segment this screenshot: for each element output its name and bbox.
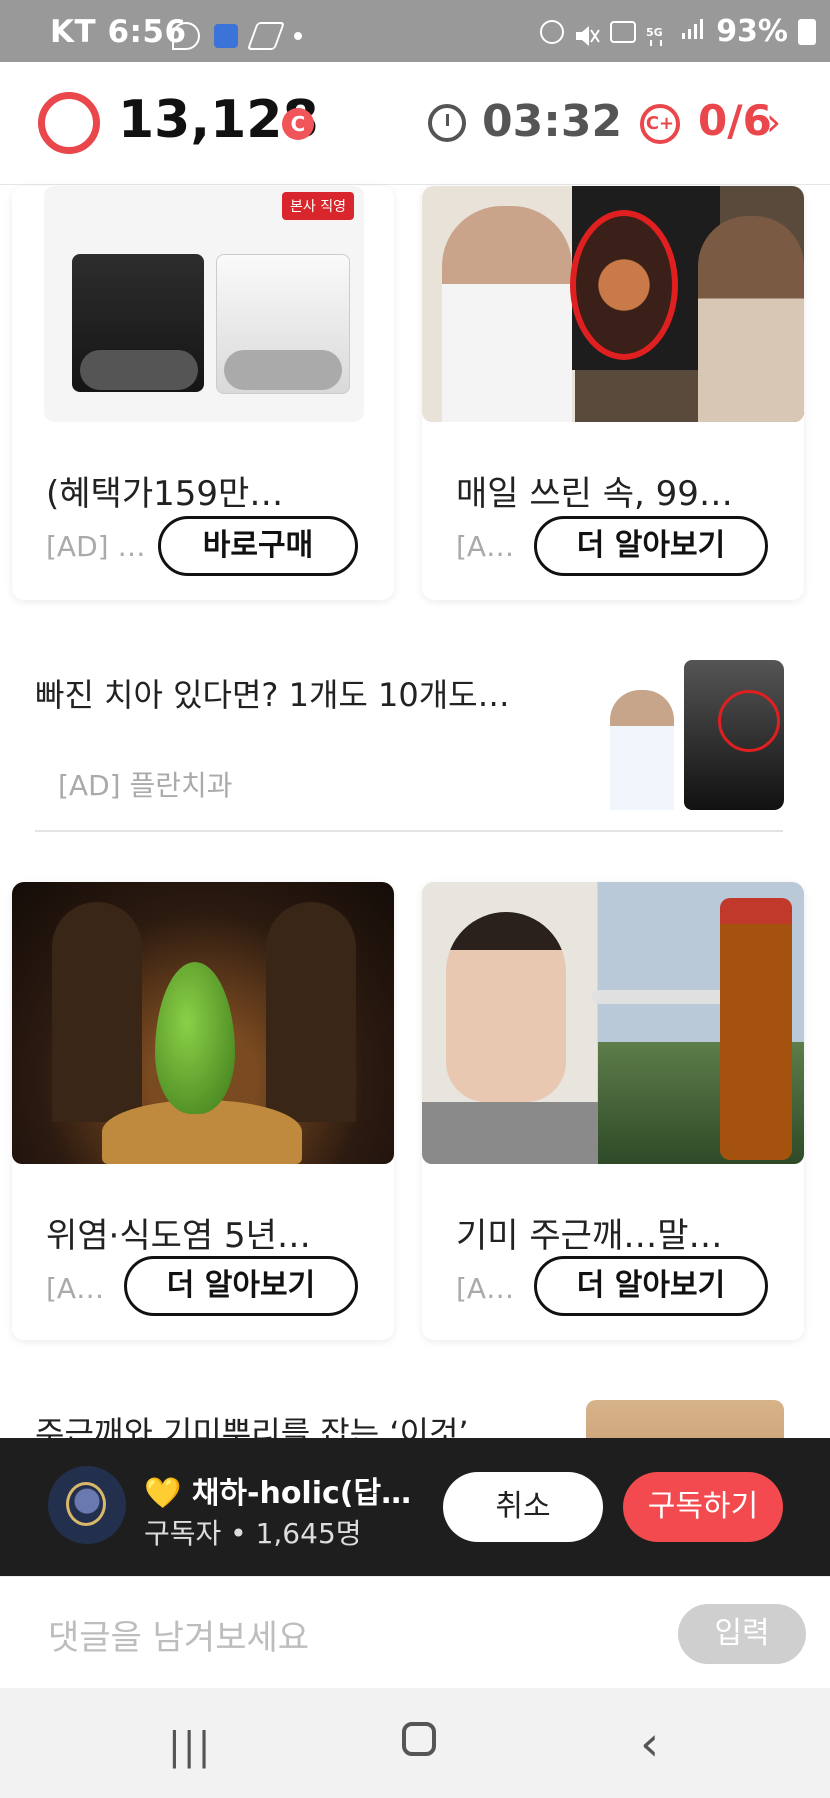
ad-card-freckles[interactable]: 기미 주근깨…말… [A… 더 알아보기 [422,882,804,1340]
svg-text:5G: 5G [646,26,663,39]
channel-name-text: 채하-holic(답… [191,1476,412,1511]
points-ring-icon[interactable] [38,92,100,154]
heart-icon: 💛 [144,1476,182,1511]
ad-card-avocado[interactable]: 위염·식도염 5년… [A… 더 알아보기 [12,882,394,1340]
app-badge-icon [214,24,238,48]
syrup-bottle [720,898,792,1160]
ad-label: [A… [456,1272,515,1305]
robed-figure-right [266,902,356,1122]
ad-label: [A… [456,530,515,563]
image-badge: 본사 직영 [282,192,354,220]
xray-panel [684,660,784,810]
woman-syrup-image [422,882,804,1164]
ad-label: [A… [46,1272,105,1305]
status-right: 5G 93% [540,14,816,49]
channel-avatar[interactable] [48,1466,126,1544]
back-icon[interactable]: ‹ [640,1716,659,1772]
card-title: (혜택가159만… [46,474,284,514]
list-ad-dental[interactable]: 빠진 치아 있다면? 1개도 10개도… [AD] 플란치과 [0,640,830,820]
chevron-right-icon[interactable]: › [766,100,781,144]
5g-icon: 5G [646,21,672,46]
status-bar: KT 6:56 5G 93% [0,0,830,62]
learn-more-button[interactable]: 더 알아보기 [534,1256,768,1316]
robot-base-light [224,350,342,390]
implant-highlight [718,690,780,752]
battery-icon [798,18,816,45]
card-title: 매일 쓰린 속, 99… [456,474,733,514]
signal-icon [682,14,706,49]
buy-now-button[interactable]: 바로구매 [158,516,358,576]
subscriber-count: 구독자 • 1,645명 [144,1517,362,1550]
feed-divider [35,830,783,832]
stomach-highlight [570,210,678,360]
status-carrier-time: KT 6:56 [50,14,187,50]
robed-figure-left [52,902,142,1122]
card-title: 위염·식도염 5년… [46,1216,311,1256]
patient-figure [698,216,804,422]
coin-icon: C [282,108,314,140]
ad-card-robot-vacuum[interactable]: 본사 직영 (혜택가159만… [AD] … 바로구매 [12,186,394,600]
avocado-image [12,882,394,1164]
ad-card-stomach[interactable]: 매일 쓰린 속, 99… [A… 더 알아보기 [422,186,804,600]
battery-percent: 93% [716,14,788,49]
robot-vacuum-image: 본사 직영 [44,186,364,422]
clock-icon [428,104,466,142]
comment-submit-button[interactable]: 입력 [678,1604,806,1664]
list-ad-label: [AD] 플란치과 [58,769,233,802]
dentist-image [604,660,784,810]
card-title: 기미 주근깨…말… [456,1216,723,1256]
mission-progress[interactable]: 0/6 [698,96,772,145]
cancel-button[interactable]: 취소 [443,1472,603,1542]
mission-coin-plus-icon[interactable]: C+ [640,104,680,144]
dentist-figure [610,690,674,810]
learn-more-button[interactable]: 더 알아보기 [534,516,768,576]
channel-name[interactable]: 💛 채하-holic(답… [144,1468,411,1512]
woman-face [446,912,566,1102]
doctor-figure [442,206,572,422]
home-icon[interactable] [402,1722,436,1756]
mute-icon [574,21,601,46]
doctor-stomach-image [422,186,804,422]
avocado [155,962,235,1114]
timer-display: 03:32 [482,96,623,147]
hd-icon [610,20,637,43]
woman-body [422,1102,598,1164]
ad-label: [AD] … [46,530,146,563]
mention-icon [172,22,200,50]
learn-more-button[interactable]: 더 알아보기 [124,1256,358,1316]
recent-apps-icon[interactable]: ||| [168,1724,212,1768]
alarm-icon [540,19,565,44]
notification-icons [172,22,302,50]
list-ad-title: 빠진 치아 있다면? 1개도 10개도… [35,676,510,714]
robot-base-dark [80,350,198,390]
comment-input[interactable]: 댓글을 남겨보세요 [48,1610,309,1659]
subscribe-button[interactable]: 구독하기 [623,1472,783,1542]
pen-icon [246,22,286,50]
dot-icon [294,32,302,40]
